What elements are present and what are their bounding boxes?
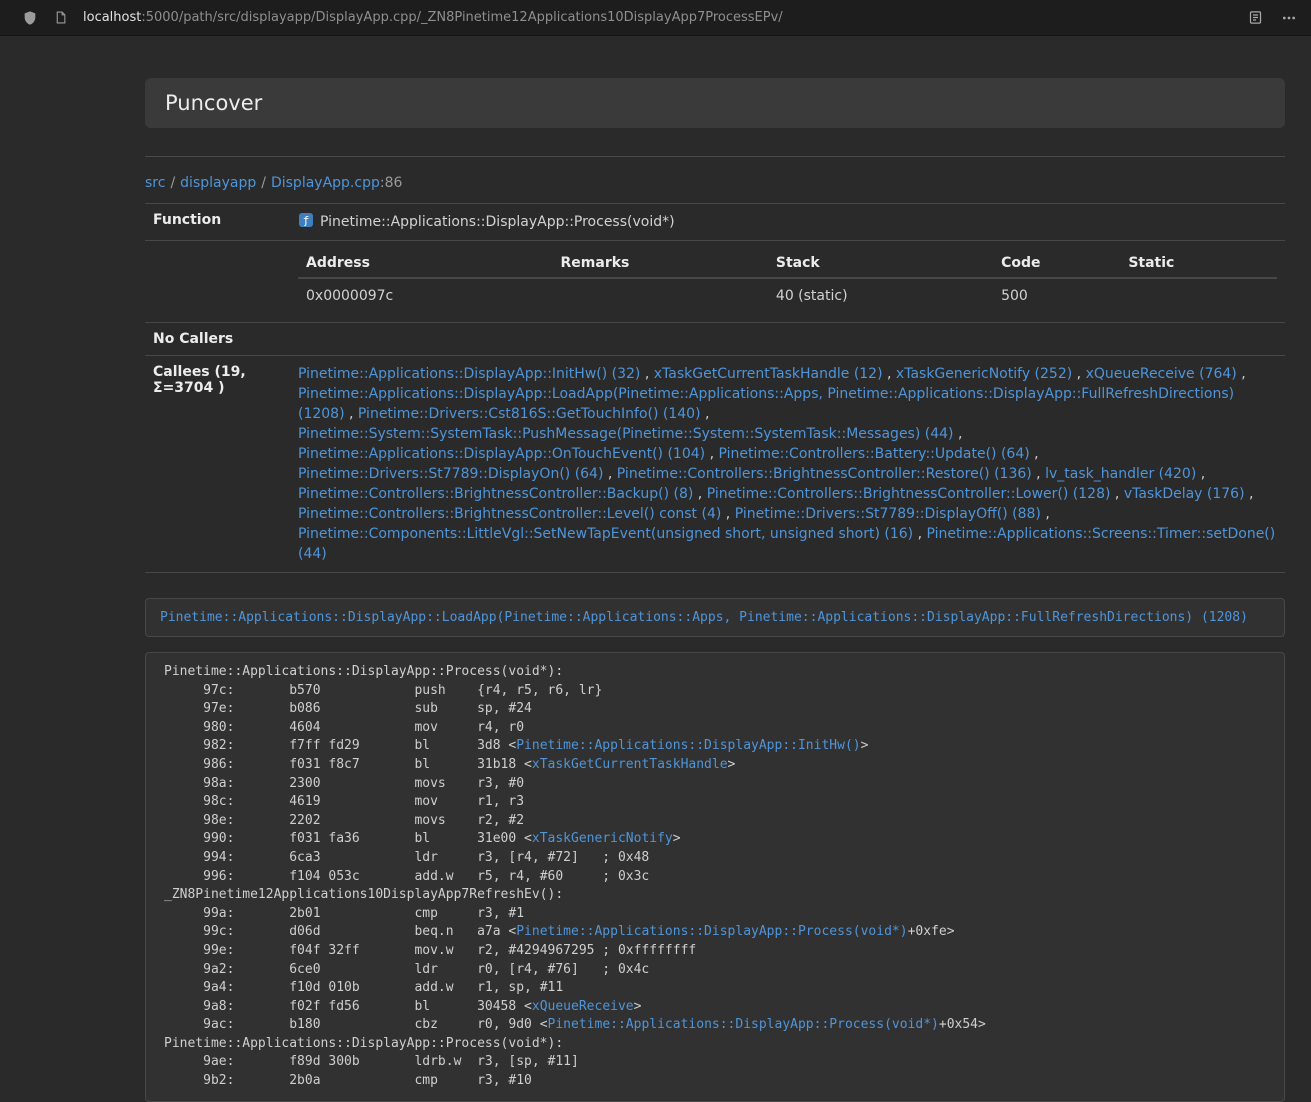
function-icon: ƒ — [298, 212, 314, 232]
code-symbol-link[interactable]: Pinetime::Applications::DisplayApp::Proc… — [548, 1017, 939, 1032]
menu-dots-icon[interactable] — [1281, 10, 1297, 26]
url-bar[interactable]: localhost:5000/path/src/displayapp/Displ… — [83, 10, 1230, 25]
no-callers-label: No Callers — [145, 323, 290, 356]
document-icon[interactable] — [54, 10, 67, 25]
function-table: Function ƒ Pinetime::Applications::Displ… — [145, 203, 1285, 573]
disassembly-code: Pinetime::Applications::DisplayApp::Proc… — [145, 652, 1285, 1102]
breadcrumb-line-number: :86 — [380, 175, 403, 191]
code-symbol-link[interactable]: Pinetime::Applications::DisplayApp::Init… — [516, 738, 860, 753]
browser-bar: localhost:5000/path/src/displayapp/Displ… — [0, 0, 1311, 36]
remarks-value — [553, 278, 768, 314]
callee-link[interactable]: Pinetime::Controllers::BrightnessControl… — [298, 506, 721, 522]
url-host: localhost — [83, 10, 141, 25]
callee-link[interactable]: Pinetime::Components::LittleVgl::SetNewT… — [298, 526, 913, 542]
browser-actions — [1230, 10, 1297, 26]
function-label: Function — [145, 204, 290, 241]
callee-link[interactable]: xTaskGenericNotify (252) — [896, 366, 1072, 382]
code-symbol-link[interactable]: xTaskGetCurrentTaskHandle — [532, 757, 728, 772]
code-symbol-link[interactable]: Pinetime::Applications::DisplayApp::Proc… — [516, 924, 907, 939]
breadcrumb: src / displayapp / DisplayApp.cpp:86 — [145, 175, 1285, 191]
breadcrumb-separator: / — [170, 175, 175, 191]
callee-link[interactable]: Pinetime::Controllers::BrightnessControl… — [298, 486, 693, 502]
metrics-values-row: 0x0000097c 40 (static) 500 — [298, 278, 1277, 314]
callee-link[interactable]: Pinetime::Drivers::St7789::DisplayOn() (… — [298, 466, 603, 482]
callee-link[interactable]: Pinetime::Applications::DisplayApp::OnTo… — [298, 446, 705, 462]
callee-link[interactable]: Pinetime::Controllers::BrightnessControl… — [707, 486, 1111, 502]
callee-link[interactable]: Pinetime::System::SystemTask::PushMessag… — [298, 426, 954, 442]
highlighted-symbol-link[interactable]: Pinetime::Applications::DisplayApp::Load… — [160, 610, 1248, 625]
column-stack: Stack — [768, 249, 993, 278]
column-address: Address — [298, 249, 553, 278]
column-remarks: Remarks — [553, 249, 768, 278]
url-path: :5000/path/src/displayapp/DisplayApp.cpp… — [141, 10, 782, 25]
highlighted-symbol-box: Pinetime::Applications::DisplayApp::Load… — [145, 598, 1285, 637]
function-name: Pinetime::Applications::DisplayApp::Proc… — [320, 214, 675, 230]
callees-list: Pinetime::Applications::DisplayApp::Init… — [298, 364, 1277, 564]
code-value: 500 — [993, 278, 1120, 314]
callee-link[interactable]: Pinetime::Controllers::Battery::Update()… — [718, 446, 1029, 462]
page-content: Puncover src / displayapp / DisplayApp.cpp:8… — [145, 36, 1285, 1102]
function-row: Function ƒ Pinetime::Applications::Displ… — [145, 204, 1285, 241]
callees-label: Callees (19, Σ=3704 ) — [145, 356, 290, 573]
code-symbol-link[interactable]: xQueueReceive — [532, 999, 634, 1014]
callee-link[interactable]: Pinetime::Applications::DisplayApp::Init… — [298, 366, 640, 382]
divider — [145, 156, 1285, 157]
page-title: Puncover — [165, 91, 1265, 115]
column-code: Code — [993, 249, 1120, 278]
address-value: 0x0000097c — [298, 278, 553, 314]
callee-link[interactable]: Pinetime::Drivers::St7789::DisplayOff() … — [735, 506, 1041, 522]
breadcrumb-item-displayapp[interactable]: displayapp — [180, 175, 256, 191]
app-header: Puncover — [145, 78, 1285, 128]
svg-text:ƒ: ƒ — [303, 214, 310, 227]
metrics-row: Address Remarks Stack Code Static 0x0000… — [145, 241, 1285, 323]
callees-row: Callees (19, Σ=3704 ) Pinetime::Applicat… — [145, 356, 1285, 573]
callee-link[interactable]: Pinetime::Drivers::Cst816S::GetTouchInfo… — [358, 406, 701, 422]
reader-view-icon[interactable] — [1248, 10, 1263, 25]
callee-link[interactable]: vTaskDelay (176) — [1124, 486, 1245, 502]
no-callers-row: No Callers — [145, 323, 1285, 356]
callee-link[interactable]: xTaskGetCurrentTaskHandle (12) — [654, 366, 883, 382]
column-static: Static — [1120, 249, 1277, 278]
stack-value: 40 (static) — [768, 278, 993, 314]
breadcrumb-separator: / — [261, 175, 266, 191]
callee-link[interactable]: Pinetime::Controllers::BrightnessControl… — [617, 466, 1032, 482]
metrics-table: Address Remarks Stack Code Static 0x0000… — [298, 249, 1277, 314]
callee-link[interactable]: lv_task_handler (420) — [1045, 466, 1196, 482]
static-value — [1120, 278, 1277, 314]
callee-link[interactable]: xQueueReceive (764) — [1086, 366, 1237, 382]
breadcrumb-item-file[interactable]: DisplayApp.cpp — [271, 175, 380, 191]
code-symbol-link[interactable]: xTaskGenericNotify — [532, 831, 673, 846]
breadcrumb-item-src[interactable]: src — [145, 175, 165, 191]
shield-icon[interactable] — [22, 10, 38, 26]
